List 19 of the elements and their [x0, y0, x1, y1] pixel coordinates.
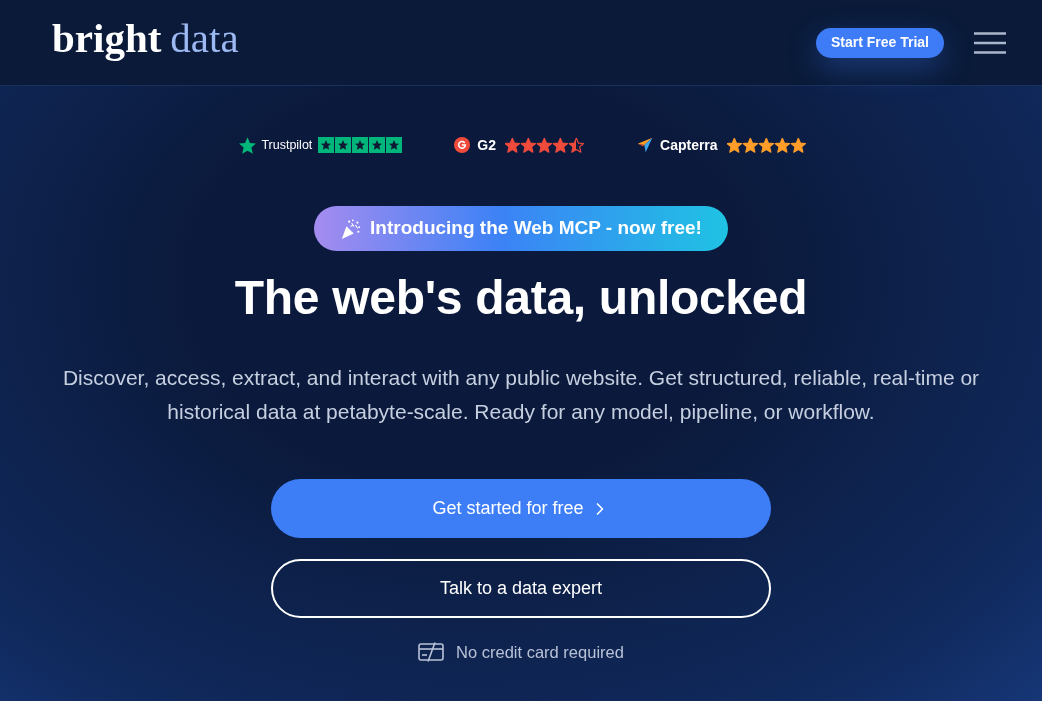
get-started-button[interactable]: Get started for free [271, 479, 771, 538]
party-popper-icon [340, 217, 363, 240]
crossed-card-icon [418, 642, 445, 663]
rating-source-name: G2 [477, 135, 496, 155]
announcement-banner[interactable]: Introducing the Web MCP - now free! [314, 206, 728, 251]
menu-icon [974, 31, 1006, 54]
start-free-trial-button[interactable]: Start Free Trial [815, 27, 944, 58]
hero-description: Discover, access, extract, and interact with any public website. Get structured, reliable, real-time or historical data at petabyte-scale. Ready for any model, pipeline, or workflow. [61, 365, 981, 425]
arrow-logo-icon [637, 137, 653, 153]
announcement-text: Introducing the Web MCP - now free! [370, 216, 702, 241]
star-logo-icon [239, 136, 257, 154]
circle-logo-icon [454, 137, 471, 153]
menu-button[interactable] [974, 31, 1006, 54]
talk-to-expert-button[interactable]: Talk to a data expert [271, 559, 771, 618]
rating-source-name: Trustpilot [261, 136, 313, 154]
rating-source-name: Capterra [660, 135, 718, 155]
hero-headline: The web's data, unlocked [234, 270, 808, 326]
no-credit-card-note: No credit card required [456, 642, 624, 663]
logo-wordmark[interactable]: bright data [52, 18, 239, 59]
